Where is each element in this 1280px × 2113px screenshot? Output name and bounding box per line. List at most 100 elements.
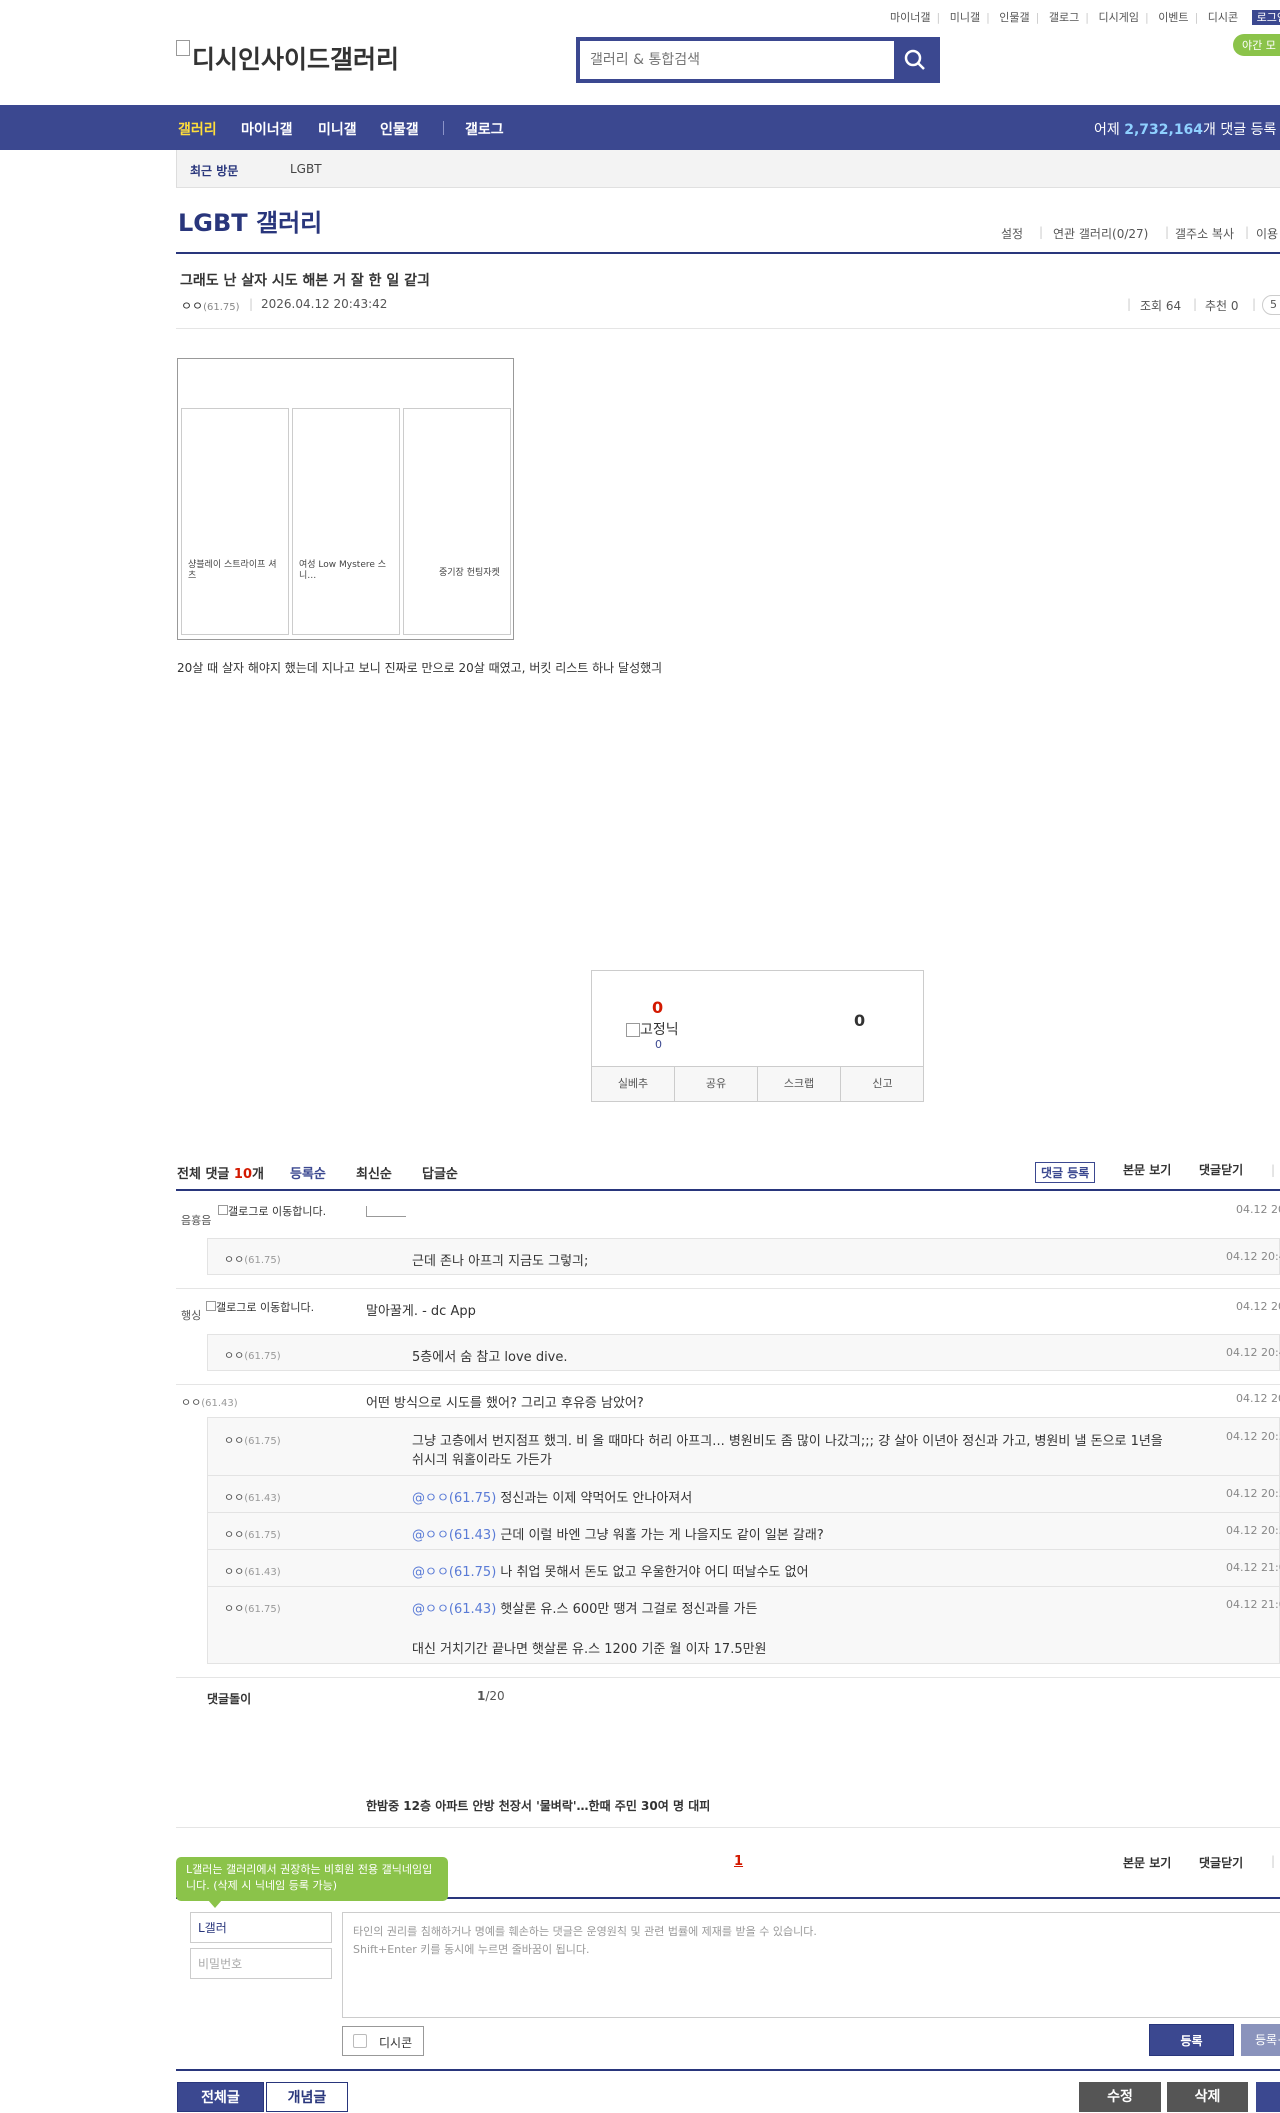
comment-author[interactable]: 행싱 [181,1307,201,1323]
nav-mini[interactable]: 미니갤 [318,119,357,139]
downvote-count[interactable]: 0 [854,1011,865,1030]
reply-date: 04.12 21:0 [1226,1598,1280,1611]
tip-arrow [208,1900,222,1908]
nav-minor[interactable]: 마이너갤 [241,119,293,139]
reply-mention[interactable]: @ㅇㅇ(61.75) [412,1565,496,1580]
view-post-button-bottom[interactable]: 본문 보기 [1123,1854,1171,1871]
broken-image-icon [218,1205,228,1215]
comment-author[interactable]: ㅇㅇ(61.43) [181,1394,238,1410]
news-link[interactable]: 한밤중 12층 아파트 안방 천장서 '물벼락'…한때 주민 30여 명 대피 [366,1797,710,1814]
reply-author[interactable]: ㅇㅇ(61.43) [224,1489,281,1505]
reply-author[interactable]: ㅇㅇ(61.75) [224,1251,281,1267]
real-best-button[interactable]: 실베추 [592,1067,675,1101]
login-button[interactable]: 로그인 [1251,10,1280,25]
gallog-link-icon[interactable]: 갤로그로 이동합니다. [218,1205,333,1218]
comment-notice: 타인의 권리를 침해하거나 명예를 훼손하는 댓글은 운영원칙 및 관련 법률에… [353,1925,817,1938]
topmenu-event[interactable]: 이벤트 [1158,9,1188,25]
reply-author[interactable]: ㅇㅇ(61.75) [224,1526,281,1542]
password-field[interactable]: 비밀번호 [190,1948,332,1979]
scrap-button[interactable]: 스크랩 [758,1067,841,1101]
night-mode-toggle[interactable]: 야간 모 [1233,34,1280,56]
nav-divider [443,121,444,135]
comment-bot-label[interactable]: 댓글돌이 [207,1690,251,1707]
report-button[interactable]: 신고 [841,1067,924,1101]
reply-text: @ㅇㅇ(61.43) 근데 이럴 바엔 그냥 워홀 가는 게 나을지도 같이 일… [412,1528,824,1543]
topmenu-person[interactable]: 인물갤 [999,9,1029,25]
reply-mention[interactable]: @ㅇㅇ(61.75) [412,1491,496,1506]
comment-date: 04.12 20 [1236,1392,1280,1405]
sort-replies[interactable]: 답글순 [422,1163,458,1182]
post-recommend: 추천 0 [1205,299,1239,313]
comment-date: 04.12 20 [1236,1203,1280,1216]
concept-posts-button[interactable]: 개념글 [266,2082,348,2112]
edit-post-button[interactable]: 수정 [1079,2082,1161,2112]
reply-author[interactable]: ㅇㅇ(61.75) [224,1347,281,1363]
ad-card[interactable]: 샹블레이 스트라이프 셔츠 [181,408,289,635]
reply-text-line2: 쉬시긔 워홀이라도 가든가 [412,1453,552,1468]
search-button[interactable] [894,41,936,79]
broken-image-icon [176,40,190,56]
upvote-count[interactable]: 0 [652,998,663,1017]
topmenu-gallog[interactable]: 갤로그 [1049,9,1079,25]
comment-total: 전체 댓글 10개 [177,1167,264,1182]
post-author[interactable]: ㅇㅇ(61.75) [181,297,240,314]
comment-text: 어떤 방식으로 시도를 했어? 그리고 후유증 남았어? [366,1396,644,1411]
comment-author[interactable]: 음흉음 [181,1212,211,1228]
title-divider [176,252,1280,254]
view-post-button[interactable]: 본문 보기 [1123,1161,1171,1178]
topmenu-game[interactable]: 디시게임 [1098,9,1138,25]
related-gallery[interactable]: 연관 갤러리(0/27) [1053,225,1148,242]
reply-text: @ㅇㅇ(61.75) 정신과는 이제 약먹어도 안나아져서 [412,1491,693,1506]
reply-author[interactable]: ㅇㅇ(61.75) [224,1600,281,1616]
all-posts-button[interactable]: 전체글 [177,2082,264,2112]
reply-mention[interactable]: @ㅇㅇ(61.43) [412,1528,496,1543]
gallery-settings[interactable]: 설정 [1001,225,1023,242]
dccon-icon [353,2034,367,2048]
comment-textarea[interactable]: 타인의 권리를 침해하거나 명예를 훼손하는 댓글은 운영원칙 및 관련 법률에… [342,1912,1280,2018]
reply-text: 5층에서 숨 참고 love dive. [412,1350,568,1365]
sort-latest[interactable]: 최신순 [356,1163,392,1182]
reply-author[interactable]: ㅇㅇ(61.43) [224,1563,281,1579]
comment-text: 말아꿀게. - dc App [366,1304,476,1319]
topmenu-dccon[interactable]: 디시콘 [1208,9,1238,25]
gallery-title[interactable]: LGBT 갤러리 [178,203,322,238]
ad-card[interactable]: 중기장 헌팅자켓 [403,408,511,635]
topmenu-minor[interactable]: 마이너갤 [890,9,930,25]
copy-gallery-address[interactable]: 갤주소 복사 [1175,225,1234,242]
fixed-nick-label: 고정닉 [626,1019,679,1039]
reply-text: @ㅇㅇ(61.43) 햇살론 유.스 600만 땡겨 그걸로 정신과를 가든 [412,1602,758,1617]
submit-comment-button[interactable]: 등록 [1149,2024,1234,2056]
vote-box: 0 고정닉 0 0 실베추 공유 스크랩 신고 [591,970,924,1102]
nickname-field[interactable]: L갤러 [190,1912,332,1943]
recent-item-lgbt[interactable]: LGBT [290,162,322,176]
gallery-usage[interactable]: 이용 [1256,225,1278,242]
reply-mention[interactable]: @ㅇㅇ(61.43) [412,1602,496,1617]
gallog-link-icon[interactable]: 갤로그로 이동합니다. [206,1301,331,1314]
reply-author[interactable]: ㅇㅇ(61.75) [224,1432,281,1448]
search-input[interactable] [584,45,896,75]
nav-gallog[interactable]: 갤로그 [465,119,504,139]
comment-write-button[interactable]: 댓글 등록 [1035,1162,1096,1183]
share-button[interactable]: 공유 [675,1067,758,1101]
vote-actions: 실베추 공유 스크랩 신고 [592,1066,923,1101]
write-post-button[interactable] [1256,2082,1280,2112]
reply-row: ㅇㅇ(61.75) 5층에서 숨 참고 love dive. 04.12 20:… [207,1334,1280,1371]
close-comments-button[interactable]: 댓글닫기 [1199,1161,1243,1178]
reply-thread: ㅇㅇ(61.75) 그냥 고층에서 번지점프 했긔. 비 올 때마다 허리 아프… [207,1417,1280,1664]
ad-card[interactable]: 여성 Low Mystere 스니… [292,408,400,635]
topmenu-mini[interactable]: 미니갤 [950,9,980,25]
comment-count-badge[interactable]: 5 [1262,295,1280,315]
post-body: 20살 때 살자 해야지 했는데 지나고 보니 진짜로 만으로 20살 때였고,… [177,661,663,675]
dccon-image [366,1206,406,1217]
site-logo[interactable]: 디시인사이드갤러리 [176,40,399,76]
nav-gallery[interactable]: 갤러리 [178,119,217,139]
delete-post-button[interactable]: 삭제 [1167,2082,1248,2112]
comment-notice-2: Shift+Enter 키를 동시에 누르면 줄바꿈이 됩니다. [353,1943,590,1956]
close-comments-button-bottom[interactable]: 댓글닫기 [1199,1854,1243,1871]
submit-recommend-button[interactable]: 등록+ [1241,2024,1280,2056]
nav-person[interactable]: 인물갤 [380,119,419,139]
post-title: 그래도 난 살자 시도 해본 거 잘 한 일 같긔 [180,273,430,289]
write-page-number[interactable]: 1 [734,1854,743,1869]
sort-registered[interactable]: 등록순 [290,1163,326,1182]
reply-row: ㅇㅇ(61.75) 근데 존나 아프긔 지금도 그렇긔; 04.12 20:4 [207,1238,1280,1275]
